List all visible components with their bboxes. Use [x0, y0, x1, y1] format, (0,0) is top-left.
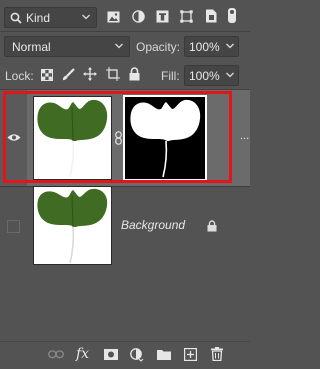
lock-label: Lock: [5, 69, 34, 83]
highlight-outline [3, 91, 232, 183]
opacity-label: Opacity: [136, 40, 181, 54]
lock-transparent-pixels-icon[interactable] [41, 69, 53, 81]
fill-value: 100% [189, 68, 220, 83]
kind-filter-label: Kind [26, 10, 51, 25]
chevron-down-icon [225, 70, 235, 80]
smart-object-filter-icon[interactable] [205, 9, 217, 23]
lock-icon [207, 220, 217, 232]
blend-mode-dropdown[interactable]: Normal [4, 36, 130, 57]
opacity-field[interactable]: 100% [184, 36, 239, 57]
lock-all-icon[interactable] [129, 67, 140, 81]
opacity-value: 100% [189, 39, 220, 54]
fx-icon[interactable]: fx [76, 346, 89, 362]
chevron-down-icon [114, 41, 124, 51]
layer-row-background[interactable]: Background [0, 186, 250, 269]
chevron-down-icon [225, 41, 235, 51]
search-icon [10, 12, 22, 24]
add-mask-icon[interactable] [104, 349, 118, 360]
layer-options-menu[interactable]: ... [240, 130, 249, 142]
shape-filter-icon[interactable] [180, 10, 193, 23]
group-folder-icon[interactable] [157, 349, 171, 360]
fill-label: Fill: [161, 69, 180, 83]
divider [0, 31, 250, 32]
background-thumbnail[interactable] [33, 186, 112, 265]
blend-mode-value: Normal [12, 39, 51, 54]
visibility-toggle-off[interactable] [7, 220, 20, 233]
layer-name[interactable]: Background [121, 218, 185, 232]
layers-footer: fx [0, 342, 250, 369]
adjustment-filter-icon[interactable] [132, 10, 145, 23]
filter-toggle-icon[interactable] [228, 8, 236, 23]
lock-image-pixels-icon[interactable] [62, 68, 75, 81]
lock-artboard-icon[interactable] [106, 67, 120, 81]
chevron-down-icon [81, 12, 91, 22]
kind-filter-dropdown[interactable]: Kind [4, 7, 97, 28]
link-layers-icon[interactable] [48, 350, 64, 359]
ginkgo-leaf-image [37, 188, 108, 264]
trash-icon[interactable] [211, 347, 223, 361]
type-filter-icon[interactable] [156, 10, 169, 23]
image-filter-icon[interactable] [107, 11, 120, 23]
new-layer-icon[interactable] [184, 348, 197, 361]
adjustment-layer-icon[interactable] [130, 348, 144, 362]
filter-toggle-knob [230, 10, 234, 14]
lock-position-icon[interactable] [83, 67, 97, 81]
fill-field[interactable]: 100% [184, 65, 239, 86]
